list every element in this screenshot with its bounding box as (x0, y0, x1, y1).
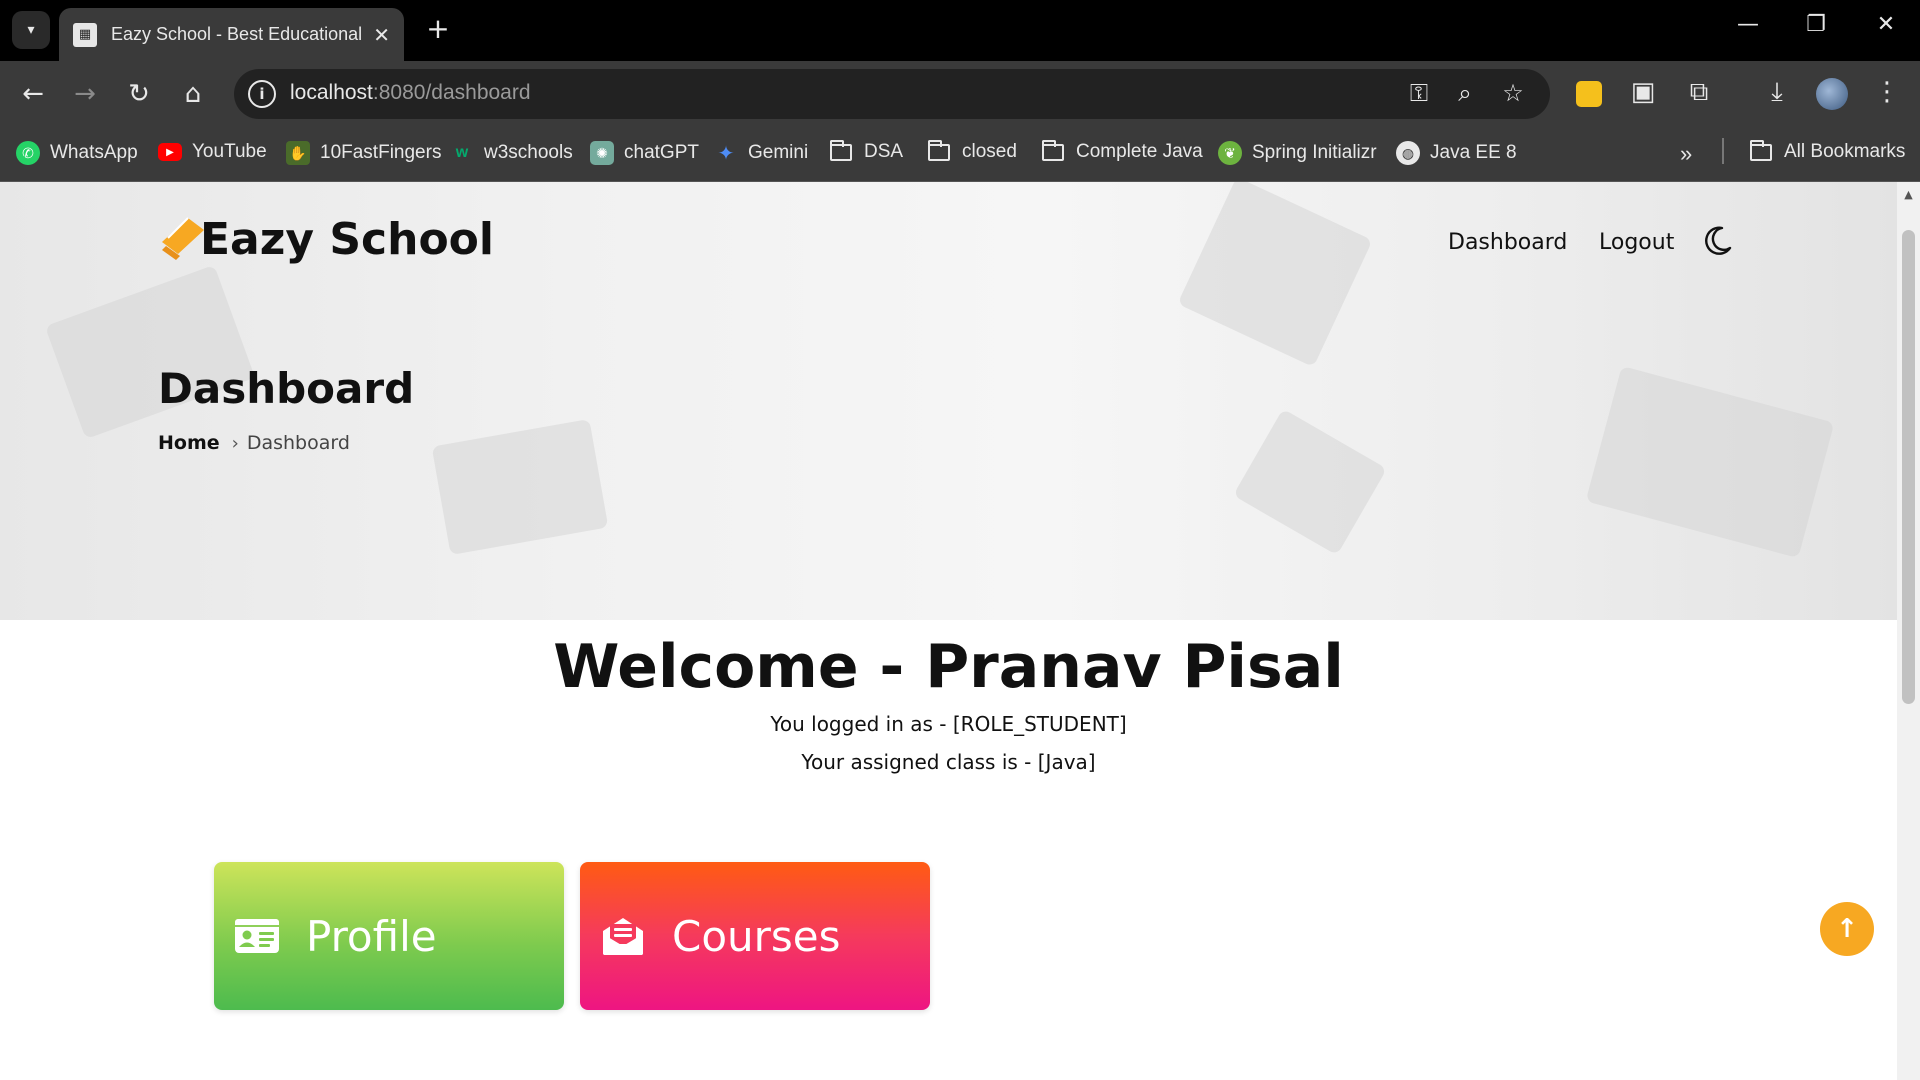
bookmark-java-ee-8[interactable]: ◍ Java EE 8 (1396, 141, 1517, 165)
logo-text: Eazy School (200, 214, 494, 265)
browser-tab-bar: ▾ ▦ Eazy School - Best Educational Insti… (0, 0, 1920, 61)
site-favicon-icon: ▦ (73, 22, 97, 47)
bookmark-folder-closed[interactable]: closed (928, 139, 1017, 163)
password-key-icon[interactable]: ⚿ (1402, 79, 1436, 107)
envelope-open-text-icon (603, 918, 643, 955)
w3schools-icon: w (455, 144, 469, 161)
extensions-puzzle-icon[interactable]: ⧉ (1680, 77, 1718, 108)
page-viewport: Eazy School Dashboard Logout Dashboard H… (0, 182, 1897, 1080)
folder-icon (1042, 139, 1064, 161)
bookmarks-bar: ✆ WhatsApp ▶ YouTube ✋ 10FastFingers w w… (0, 127, 1920, 182)
folder-icon (830, 139, 852, 161)
breadcrumb-home-link[interactable]: Home (158, 432, 220, 454)
bookmark-whatsapp[interactable]: ✆ WhatsApp (16, 141, 138, 165)
youtube-icon: ▶ (158, 143, 182, 161)
globe-icon: ◍ (1396, 141, 1420, 165)
profile-card[interactable]: Profile (214, 862, 564, 1010)
bookmark-label: YouTube (192, 141, 267, 162)
graduation-cap-icon (162, 217, 204, 260)
hero-bg-shape (44, 264, 256, 440)
tab-search-button[interactable]: ▾ (12, 11, 50, 49)
bookmarks-divider (1722, 138, 1724, 164)
new-tab-button[interactable]: + (420, 12, 456, 45)
bookmark-gemini[interactable]: ✦ Gemini (714, 141, 809, 165)
scroll-up-arrow-icon[interactable]: ▲ (1897, 188, 1920, 201)
url-path: :8080/dashboard (372, 81, 531, 104)
site-logo[interactable]: Eazy School (158, 212, 494, 262)
bookmark-10fastfingers[interactable]: ✋ 10FastFingers (286, 141, 441, 165)
extension-icon[interactable] (1576, 81, 1602, 107)
welcome-heading: Welcome - Pranav Pisal (553, 632, 1344, 702)
whatsapp-icon: ✆ (16, 141, 40, 165)
download-icon[interactable]: ⤓ (1758, 77, 1796, 108)
nav-dashboard-link[interactable]: Dashboard (1448, 230, 1567, 255)
scrollbar-thumb[interactable] (1902, 230, 1915, 704)
scroll-to-top-arrow-icon[interactable]: ↑ (1820, 902, 1874, 956)
bookmark-label: w3schools (484, 142, 573, 163)
courses-card[interactable]: Courses (580, 862, 930, 1010)
hero-banner: Eazy School Dashboard Logout Dashboard H… (0, 182, 1897, 620)
profile-avatar[interactable] (1816, 78, 1848, 110)
bookmark-label: 10FastFingers (320, 142, 442, 163)
address-bar[interactable]: i localhost:8080/dashboard ⚿ ⌕ ☆ (234, 69, 1550, 119)
bookmark-label: chatGPT (624, 142, 699, 163)
breadcrumb-chevron-icon: › (231, 432, 239, 454)
id-card-icon (235, 919, 279, 953)
menu-kebab-icon[interactable]: ⋮ (1868, 77, 1906, 107)
back-button[interactable]: ← (14, 75, 52, 113)
hero-bg-shape (1233, 408, 1387, 556)
bookmark-spring-initializr[interactable]: ❦ Spring Initializr (1218, 141, 1377, 165)
page-scrollbar[interactable]: ▲ (1897, 182, 1920, 1080)
reload-button[interactable]: ↻ (120, 75, 158, 113)
browser-toolbar: ← → ↻ ⌂ i localhost:8080/dashboard ⚿ ⌕ ☆… (0, 61, 1920, 127)
bookmark-label: Java EE 8 (1430, 142, 1517, 163)
bookmark-label: Complete Java (1076, 141, 1203, 162)
nav-logout-link[interactable]: Logout (1599, 230, 1674, 255)
tab-title: Eazy School - Best Educational Institute (111, 24, 363, 44)
role-text: You logged in as - [ROLE_STUDENT] (770, 712, 1127, 736)
forward-button[interactable]: → (66, 75, 104, 113)
bookmark-w3schools[interactable]: w w3schools (450, 141, 573, 165)
courses-card-label: Courses (672, 911, 841, 961)
class-text: Your assigned class is - [Java] (801, 750, 1096, 774)
folder-icon (1750, 139, 1772, 161)
browser-tab[interactable]: ▦ Eazy School - Best Educational Institu… (59, 8, 404, 61)
bookmark-chatgpt[interactable]: ✺ chatGPT (590, 141, 699, 165)
spring-leaf-icon: ❦ (1218, 141, 1242, 165)
folder-icon (928, 139, 950, 161)
site-info-icon[interactable]: i (248, 80, 276, 108)
url-text[interactable]: localhost:8080/dashboard (290, 81, 531, 105)
bookmark-label: Gemini (748, 142, 809, 163)
bookmark-label: WhatsApp (50, 142, 138, 163)
home-button[interactable]: ⌂ (174, 75, 212, 113)
tab-close-icon[interactable]: ✕ (373, 23, 390, 47)
sidebar-icon[interactable]: ▣ (1624, 77, 1662, 107)
bookmark-label: DSA (864, 141, 904, 162)
breadcrumb-current: Dashboard (246, 432, 350, 454)
zoom-icon[interactable]: ⌕ (1448, 79, 1482, 107)
more-bookmarks-chevron-icon[interactable]: » (1680, 141, 1692, 167)
url-host: localhost (290, 81, 373, 104)
gemini-icon: ✦ (717, 142, 735, 165)
10fastfingers-icon: ✋ (286, 141, 310, 165)
all-bookmarks-button[interactable]: All Bookmarks (1750, 139, 1906, 163)
bookmark-star-icon[interactable]: ☆ (1496, 79, 1530, 107)
hero-bg-shape (1585, 365, 1835, 559)
bookmark-folder-dsa[interactable]: DSA (830, 139, 904, 163)
bookmark-youtube[interactable]: ▶ YouTube (158, 141, 267, 163)
bookmark-label: closed (962, 141, 1017, 162)
dark-mode-moon-icon[interactable] (1700, 224, 1734, 258)
hero-bg-shape (431, 418, 609, 556)
all-bookmarks-label: All Bookmarks (1784, 141, 1906, 162)
restore-icon[interactable]: ❐ (1796, 12, 1836, 37)
close-window-icon[interactable]: ✕ (1866, 12, 1906, 37)
bookmark-folder-complete-java[interactable]: Complete Java (1042, 139, 1203, 163)
bookmark-label: Spring Initializr (1252, 142, 1377, 163)
hero-bg-shape (1177, 182, 1373, 368)
breadcrumb: Home › Dashboard (158, 432, 350, 454)
profile-card-label: Profile (306, 911, 437, 961)
chatgpt-icon: ✺ (590, 141, 614, 165)
page-title: Dashboard (158, 364, 415, 413)
minimize-icon[interactable]: — (1728, 12, 1768, 37)
